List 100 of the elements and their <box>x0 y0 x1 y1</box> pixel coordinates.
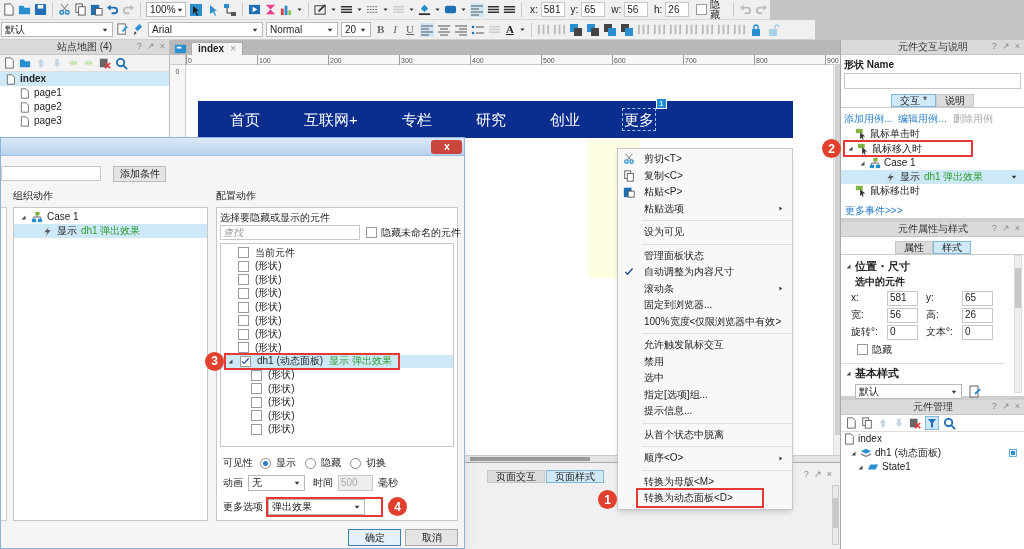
undo-icon[interactable] <box>106 3 119 16</box>
list-row[interactable]: (形状) <box>221 368 453 382</box>
underline-button[interactable]: U <box>403 24 417 35</box>
checkbox[interactable] <box>238 342 249 354</box>
tab[interactable]: 交互 * <box>891 94 936 107</box>
menu-item[interactable]: 选中 <box>618 370 792 387</box>
menu-item[interactable]: 剪切<T> <box>618 151 792 168</box>
tab[interactable]: 页面样式 <box>546 470 604 483</box>
document-icon[interactable] <box>3 57 15 69</box>
list-row[interactable]: (形状) <box>221 286 453 301</box>
input-field[interactable]: 581 <box>887 290 918 306</box>
list-row[interactable]: dh1 (动态面板) 显示 弹出效果 <box>221 354 453 369</box>
expand-icon[interactable] <box>227 357 234 365</box>
radio-button[interactable] <box>305 457 316 469</box>
scrollbar-thumb[interactable] <box>1015 268 1021 308</box>
tree-item[interactable]: State1 <box>882 462 911 472</box>
layers-icon[interactable] <box>619 22 634 37</box>
nav-link[interactable]: 专栏 <box>399 108 434 131</box>
input-field[interactable]: 65 <box>962 290 993 306</box>
tab[interactable]: 样式 <box>932 241 971 254</box>
folder-icon[interactable] <box>18 3 31 16</box>
options-select[interactable]: 弹出效果 <box>268 499 365 515</box>
nav-link[interactable]: 创业 <box>547 108 582 131</box>
caret-icon[interactable] <box>1010 173 1018 181</box>
bold-button[interactable]: B <box>374 24 388 35</box>
input-field[interactable]: 26 <box>962 307 993 323</box>
menu-item[interactable]: 设为可见 <box>618 224 792 241</box>
link[interactable]: 更多事件>>> <box>841 206 1024 216</box>
input-field[interactable]: 56 <box>887 307 918 323</box>
menu-item[interactable]: 转换为母版<M> <box>618 473 792 490</box>
menu-item[interactable]: 提示信息... <box>618 403 792 420</box>
search-icon[interactable] <box>943 416 956 430</box>
action-row[interactable]: 显示 dh1 弹出效果 <box>14 224 207 238</box>
align-left-icon[interactable] <box>419 22 434 37</box>
nav-link[interactable]: 首页 <box>228 108 262 131</box>
event-label[interactable]: 鼠标移入时 <box>872 143 922 154</box>
caret-icon[interactable] <box>408 6 415 13</box>
event-label[interactable]: 鼠标单击时 <box>870 129 920 139</box>
tree-item[interactable]: index <box>858 434 882 444</box>
expand-icon[interactable] <box>845 370 852 377</box>
search-field[interactable]: 查找 <box>220 225 360 241</box>
tab[interactable]: 说明 <box>935 94 974 107</box>
delete-page-icon[interactable] <box>909 417 921 429</box>
checkbox[interactable] <box>857 344 868 355</box>
radio-button[interactable] <box>350 457 361 469</box>
list-row[interactable]: (形状) <box>221 422 453 437</box>
expand-icon[interactable] <box>845 263 852 270</box>
checkbox[interactable] <box>251 423 262 435</box>
list-row[interactable]: (形状) <box>221 300 453 314</box>
checkbox[interactable] <box>366 227 377 239</box>
font-style-select[interactable]: Normal <box>266 22 338 37</box>
button[interactable]: 取消 <box>405 529 458 546</box>
cursor-icon[interactable] <box>189 2 203 17</box>
input-field[interactable]: 56 <box>624 2 648 17</box>
tree-item[interactable]: page1 <box>0 86 169 100</box>
checkbox[interactable] <box>251 410 262 422</box>
input-field[interactable] <box>1 166 101 181</box>
lines-icon[interactable] <box>487 3 500 16</box>
paint-bucket-icon[interactable] <box>418 3 431 16</box>
list-row[interactable]: (形状) <box>221 259 453 274</box>
button[interactable]: 添加条件 <box>113 165 166 182</box>
layers-icon[interactable] <box>585 22 600 37</box>
radio-button[interactable] <box>260 457 271 469</box>
play-icon[interactable] <box>248 3 261 16</box>
pencil-box-icon[interactable] <box>314 3 327 16</box>
layers-icon[interactable] <box>568 22 583 37</box>
menu-item[interactable]: 粘贴<P> <box>618 184 792 201</box>
bar-chart-icon[interactable] <box>280 3 293 16</box>
checkbox[interactable] <box>238 287 249 299</box>
caret-icon[interactable] <box>460 6 467 13</box>
hourglass-icon[interactable] <box>264 3 277 16</box>
search-icon[interactable] <box>115 56 128 70</box>
tab[interactable]: 属性 <box>894 241 933 254</box>
scissors-icon[interactable] <box>58 3 71 16</box>
align-center-icon[interactable] <box>436 22 451 37</box>
caret-icon[interactable] <box>382 6 389 13</box>
list-row[interactable]: 当前元件 <box>221 245 453 260</box>
caret-icon[interactable] <box>330 6 337 13</box>
page-icon[interactable] <box>174 42 187 55</box>
list-row[interactable]: (形状) <box>221 395 453 409</box>
font-size-select[interactable]: 20 <box>341 22 371 37</box>
font-select[interactable]: Arial <box>148 22 263 37</box>
menu-item[interactable]: 100%宽度<仅限浏览器中有效> <box>618 313 792 330</box>
button[interactable]: 确定 <box>348 529 401 546</box>
style-select[interactable]: 默认 <box>1 22 113 37</box>
caret-icon[interactable] <box>518 26 526 33</box>
list-row[interactable]: (形状) <box>221 341 453 355</box>
scrollbar-thumb[interactable] <box>835 65 840 435</box>
nav-link[interactable]: 研究 <box>473 108 508 131</box>
style-editor-icon[interactable] <box>968 384 982 399</box>
copy-icon[interactable] <box>861 417 873 429</box>
checkbox[interactable] <box>251 396 262 408</box>
expand-icon[interactable] <box>20 213 27 221</box>
tab[interactable]: index × <box>191 42 243 55</box>
checkbox[interactable] <box>238 301 249 313</box>
text-color-button[interactable]: A <box>503 24 516 35</box>
menu-item[interactable]: 允许触发鼠标交互 <box>618 337 792 354</box>
menu-item[interactable]: 从首个状态中脱离 <box>618 426 792 443</box>
case-label[interactable]: Case 1 <box>47 212 79 222</box>
lines-icon[interactable] <box>503 3 516 16</box>
